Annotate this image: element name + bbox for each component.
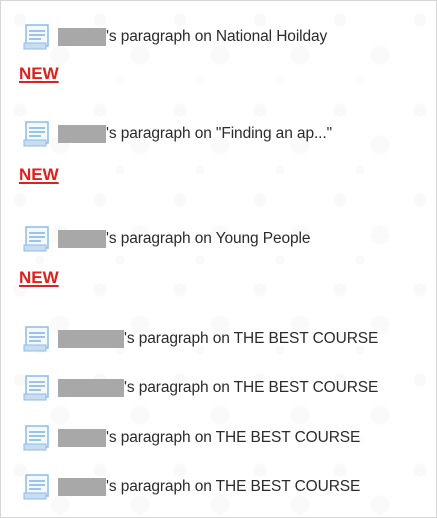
item-link-text[interactable]: 's paragraph on National Hoilday [106,28,327,46]
document-icon [23,326,49,352]
redacted-name [58,330,124,348]
redacted-name [58,478,106,496]
item-link-text[interactable]: 's paragraph on THE BEST COURSE [124,330,378,348]
document-icon [23,121,49,147]
document-icon [23,474,49,500]
redacted-name [58,379,124,397]
new-badge[interactable]: NEW [19,64,59,84]
document-icon [23,375,49,401]
item-link-text[interactable]: 's paragraph on THE BEST COURSE [106,478,360,496]
redacted-name [58,230,106,248]
item-link-text[interactable]: 's paragraph on "Finding an ap..." [106,125,332,143]
redacted-name [58,429,106,447]
list-item[interactable]: 's paragraph on "Finding an ap..." [23,119,332,149]
list-item[interactable]: 's paragraph on THE BEST COURSE [23,423,360,453]
list-item[interactable]: 's paragraph on THE BEST COURSE [23,472,360,502]
document-icon [23,425,49,451]
item-link-text[interactable]: 's paragraph on THE BEST COURSE [124,379,378,397]
item-link-text[interactable]: 's paragraph on Young People [106,230,311,248]
item-link-text[interactable]: 's paragraph on THE BEST COURSE [106,429,360,447]
new-badge[interactable]: NEW [19,165,59,185]
list-item[interactable]: 's paragraph on THE BEST COURSE [23,324,378,354]
document-icon [23,226,49,252]
new-badge[interactable]: NEW [19,268,59,288]
redacted-name [58,125,106,143]
list-item[interactable]: 's paragraph on Young People [23,224,311,254]
list-item[interactable]: 's paragraph on National Hoilday [23,22,327,52]
list-item[interactable]: 's paragraph on THE BEST COURSE [23,373,378,403]
redacted-name [58,28,106,46]
document-icon [23,24,49,50]
